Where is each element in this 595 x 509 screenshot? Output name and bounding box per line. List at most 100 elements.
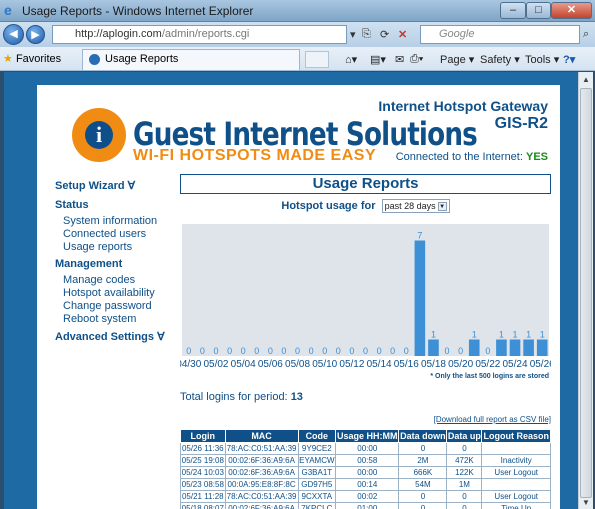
table-cell: 0 <box>398 502 448 509</box>
chart-tick-label: 05/16 <box>394 359 419 370</box>
scroll-down-icon[interactable]: ▼ <box>582 498 590 507</box>
chart-note: * Only the last 500 logins are stored <box>430 373 549 380</box>
sidebar-item-hotspot-availability[interactable]: Hotspot availability <box>55 287 180 300</box>
table-cell <box>481 442 551 455</box>
address-dropdown-icon[interactable]: ▾ <box>350 28 356 41</box>
logins-table: Login MAC Code Usage HH:MM Data down Data up L… <box>180 429 551 509</box>
tools-menu[interactable]: Tools ▾ <box>525 53 559 66</box>
chart-tick-label: 05/20 <box>448 359 473 370</box>
minimize-button[interactable]: – <box>500 2 526 19</box>
home-icon[interactable]: ⌂▾ <box>345 53 357 66</box>
chart-data-label: 0 <box>377 346 382 356</box>
table-row: 05/21 11:28 78:AC:C0:51:AA:39 9CXXTA 00:02 0… <box>180 490 551 503</box>
favorites-button[interactable]: ★ Favorites <box>3 52 61 65</box>
table-body: 05/26 11:36 78:AC:C0:51:AA:39 9Y9CE2 00:00 0… <box>180 442 551 509</box>
table-cell: User Logout <box>481 490 551 503</box>
advanced-settings-link[interactable]: Advanced Settings Ɐ <box>55 330 180 346</box>
table-cell: G3BA1T <box>297 466 337 479</box>
chart-data-label: 1 <box>499 330 504 340</box>
chart-data-label: 0 <box>458 346 463 356</box>
sidebar-item-connected-users[interactable]: Connected users <box>55 228 180 241</box>
chart-tick-label: 05/26 <box>530 359 551 370</box>
chart-tick-label: 05/12 <box>339 359 364 370</box>
chart-data-label: 0 <box>445 346 450 356</box>
table-cell: 0 <box>446 490 483 503</box>
close-button[interactable]: ✕ <box>551 2 592 19</box>
scroll-up-icon[interactable]: ▲ <box>582 75 590 84</box>
table-cell: 00:00 <box>335 442 400 455</box>
search-icon[interactable]: ⌕ <box>583 28 589 41</box>
mail-icon[interactable]: ✉ <box>395 53 404 66</box>
total-logins: Total logins for period: 13 <box>180 391 551 405</box>
forward-button[interactable]: ▶ <box>26 25 45 44</box>
sidebar-item-reboot-system[interactable]: Reboot system <box>55 313 180 326</box>
table-row: 05/23 08:58 00:0A:95:E8:8F:8C GD97H5 00:14 5… <box>180 478 551 491</box>
print-icon[interactable]: ⎙▾ <box>410 53 423 66</box>
chart-tick-label: 05/08 <box>285 359 310 370</box>
page-menu[interactable]: Page ▾ <box>440 53 474 66</box>
help-icon[interactable]: ?▾ <box>563 53 575 66</box>
chart-tick-label: 05/04 <box>231 359 256 370</box>
chart-data-label: 0 <box>268 346 273 356</box>
chart-data-label: 1 <box>431 330 436 340</box>
refresh-icon[interactable]: ⟳ <box>380 28 389 41</box>
sidebar-item-system-information[interactable]: System information <box>55 215 180 228</box>
chart-tick-label: 05/02 <box>203 359 228 370</box>
address-bar[interactable]: http://aplogin.com/admin/reports.cgi <box>52 25 347 44</box>
favorites-label: Favorites <box>15 53 62 65</box>
table-cell: 472K <box>446 454 483 467</box>
scrollbar-thumb[interactable] <box>580 88 592 498</box>
table-cell: 00:00 <box>335 466 400 479</box>
search-input[interactable]: Google <box>420 25 580 44</box>
chart-data-label: 1 <box>526 330 531 340</box>
chart-tick-label: 05/14 <box>367 359 392 370</box>
table-cell: 78:AC:C0:51:AA:39 <box>224 442 299 455</box>
address-path: /admin/reports.cgi <box>161 28 250 40</box>
address-host: http://aplogin.com <box>75 28 162 40</box>
table-cell: 00:58 <box>335 454 400 467</box>
stop-icon[interactable]: ✕ <box>398 28 407 41</box>
sidebar-item-usage-reports[interactable]: Usage reports <box>55 241 180 254</box>
table-cell: 122K <box>446 466 483 479</box>
chart-data-label: 0 <box>336 346 341 356</box>
table-row: 05/26 11:36 78:AC:C0:51:AA:39 9Y9CE2 00:00 0… <box>180 442 551 455</box>
page-menu-label: Page <box>440 54 466 66</box>
back-button[interactable]: ◀ <box>3 24 24 45</box>
table-cell: 05/18 08:07 <box>180 502 226 509</box>
chart-data-label: 0 <box>295 346 300 356</box>
tools-menu-label: Tools <box>525 54 551 66</box>
tab-usage-reports[interactable]: Usage Reports <box>82 49 300 70</box>
column-header: Data down <box>398 429 448 443</box>
management-heading: Management <box>55 258 123 270</box>
column-header: Usage HH:MM <box>335 429 400 443</box>
table-cell: 00:02:6F:36:A9:6A <box>224 466 299 479</box>
web-page: i Guest Internet Solutions WI-FI HOTSPOT… <box>37 85 560 509</box>
chart-tick-label: 04/30 <box>180 359 202 370</box>
chart-data-label: 1 <box>540 330 545 340</box>
table-cell: 00:02:6F:36:A9:6A <box>224 454 299 467</box>
sidebar-item-manage-codes[interactable]: Manage codes <box>55 274 180 287</box>
table-cell: 05/25 19:08 <box>180 454 226 467</box>
new-tab-button[interactable] <box>305 51 329 68</box>
chart-data-label: 0 <box>363 346 368 356</box>
safety-menu[interactable]: Safety ▾ <box>480 53 520 66</box>
sidebar-item-change-password[interactable]: Change password <box>55 300 180 313</box>
chart-bar <box>414 240 426 356</box>
maximize-button[interactable]: □ <box>526 2 551 19</box>
chart-tick-label: 05/18 <box>421 359 446 370</box>
download-csv-link[interactable]: [Download full report as CSV file] <box>180 415 551 426</box>
chart-data-label: 0 <box>281 346 286 356</box>
product-line: Internet Hotspot Gateway <box>378 98 548 114</box>
setup-wizard-link[interactable]: Setup Wizard Ɐ <box>55 179 180 195</box>
period-select[interactable]: past 28 days ▼ <box>381 199 450 214</box>
vertical-scrollbar[interactable]: ▲ ▼ <box>578 72 593 509</box>
compatibility-icon[interactable]: ⎘ <box>362 28 371 41</box>
chart-bar <box>523 339 534 356</box>
column-header: MAC <box>224 429 299 443</box>
usage-period-label: Hotspot usage for <box>281 200 376 212</box>
favorites-bar: ★ Favorites Usage Reports ⌂▾ ▤▾ ✉ ⎙▾ Pag… <box>0 47 595 71</box>
chart-tick-label: 05/06 <box>258 359 283 370</box>
feeds-icon[interactable]: ▤▾ <box>370 53 386 66</box>
chart-data-label: 0 <box>349 346 354 356</box>
table-cell: GD97H5 <box>297 478 337 491</box>
